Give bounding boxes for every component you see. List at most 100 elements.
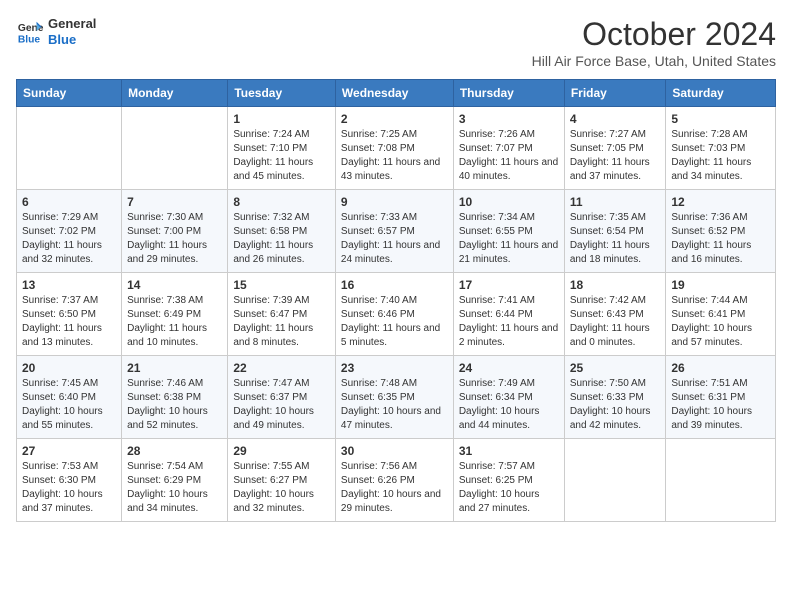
day-number: 27 (22, 444, 116, 458)
day-info: Sunrise: 7:46 AM Sunset: 6:38 PM Dayligh… (127, 377, 222, 433)
day-info: Sunrise: 7:40 AM Sunset: 6:46 PM Dayligh… (341, 294, 448, 350)
day-number: 17 (459, 278, 559, 292)
calendar-cell: 12 Sunrise: 7:36 AM Sunset: 6:52 PM Dayli… (666, 190, 776, 273)
calendar-cell: 10 Sunrise: 7:34 AM Sunset: 6:55 PM Dayli… (453, 190, 564, 273)
subtitle: Hill Air Force Base, Utah, United States (532, 53, 776, 69)
day-info: Sunrise: 7:48 AM Sunset: 6:35 PM Dayligh… (341, 377, 448, 433)
day-info: Sunrise: 7:37 AM Sunset: 6:50 PM Dayligh… (22, 294, 116, 350)
calendar-cell: 11Sunrise: 7:35 AM Sunset: 6:54 PM Dayli… (564, 190, 666, 273)
day-info: Sunrise: 7:50 AM Sunset: 6:33 PM Dayligh… (570, 377, 661, 433)
calendar-cell: 26Sunrise: 7:51 AM Sunset: 6:31 PM Dayli… (666, 356, 776, 439)
day-number: 20 (22, 361, 116, 375)
day-number: 28 (127, 444, 222, 458)
calendar-cell: 8 Sunrise: 7:32 AM Sunset: 6:58 PM Daylig… (228, 190, 336, 273)
day-info: Sunrise: 7:29 AM Sunset: 7:02 PM Dayligh… (22, 211, 116, 267)
calendar-cell: 16 Sunrise: 7:40 AM Sunset: 6:46 PM Dayli… (335, 273, 453, 356)
day-info: Sunrise: 7:28 AM Sunset: 7:03 PM Dayligh… (671, 128, 770, 184)
page-header: General Blue General Blue October 2024 H… (16, 16, 776, 69)
day-number: 7 (127, 195, 222, 209)
day-number: 5 (671, 112, 770, 126)
svg-text:General: General (18, 23, 44, 34)
day-number: 2 (341, 112, 448, 126)
calendar-cell: 22Sunrise: 7:47 AM Sunset: 6:37 PM Dayli… (228, 356, 336, 439)
calendar-cell: 27Sunrise: 7:53 AM Sunset: 6:30 PM Dayli… (17, 439, 122, 522)
svg-text:Blue: Blue (18, 34, 41, 45)
header-saturday: Saturday (666, 80, 776, 107)
calendar-cell: 18 Sunrise: 7:42 AM Sunset: 6:43 PM Dayli… (564, 273, 666, 356)
logo-line2: Blue (48, 32, 96, 48)
calendar-cell: 5 Sunrise: 7:28 AM Sunset: 7:03 PM Daylig… (666, 107, 776, 190)
day-number: 21 (127, 361, 222, 375)
day-number: 19 (671, 278, 770, 292)
day-number: 13 (22, 278, 116, 292)
title-block: October 2024 Hill Air Force Base, Utah, … (532, 16, 776, 69)
month-title: October 2024 (532, 16, 776, 53)
day-number: 15 (233, 278, 330, 292)
calendar-cell (17, 107, 122, 190)
calendar-cell: 31 Sunrise: 7:57 AM Sunset: 6:25 PM Dayli… (453, 439, 564, 522)
calendar-cell (122, 107, 228, 190)
calendar-cell: 3 Sunrise: 7:26 AM Sunset: 7:07 PM Daylig… (453, 107, 564, 190)
day-info: Sunrise: 7:57 AM Sunset: 6:25 PM Dayligh… (459, 460, 559, 516)
day-number: 18 (570, 278, 661, 292)
day-info: Sunrise: 7:25 AM Sunset: 7:08 PM Dayligh… (341, 128, 448, 184)
day-info: Sunrise: 7:55 AM Sunset: 6:27 PM Dayligh… (233, 460, 330, 516)
day-info: Sunrise: 7:32 AM Sunset: 6:58 PM Dayligh… (233, 211, 330, 267)
day-number: 6 (22, 195, 116, 209)
logo-line1: General (48, 16, 96, 32)
calendar-cell: 25Sunrise: 7:50 AM Sunset: 6:33 PM Dayli… (564, 356, 666, 439)
calendar-cell: 13 Sunrise: 7:37 AM Sunset: 6:50 PM Dayli… (17, 273, 122, 356)
calendar-header-row: SundayMondayTuesdayWednesdayThursdayFrid… (17, 80, 776, 107)
day-info: Sunrise: 7:42 AM Sunset: 6:43 PM Dayligh… (570, 294, 661, 350)
day-number: 14 (127, 278, 222, 292)
calendar-cell: 28 Sunrise: 7:54 AM Sunset: 6:29 PM Dayli… (122, 439, 228, 522)
day-info: Sunrise: 7:39 AM Sunset: 6:47 PM Dayligh… (233, 294, 330, 350)
day-info: Sunrise: 7:41 AM Sunset: 6:44 PM Dayligh… (459, 294, 559, 350)
calendar-cell: 14 Sunrise: 7:38 AM Sunset: 6:49 PM Dayli… (122, 273, 228, 356)
day-number: 8 (233, 195, 330, 209)
calendar-cell: 15 Sunrise: 7:39 AM Sunset: 6:47 PM Dayli… (228, 273, 336, 356)
day-info: Sunrise: 7:45 AM Sunset: 6:40 PM Dayligh… (22, 377, 116, 433)
week-row-2: 6 Sunrise: 7:29 AM Sunset: 7:02 PM Daylig… (17, 190, 776, 273)
calendar-cell: 30 Sunrise: 7:56 AM Sunset: 6:26 PM Dayli… (335, 439, 453, 522)
day-number: 4 (570, 112, 661, 126)
day-info: Sunrise: 7:35 AM Sunset: 6:54 PM Dayligh… (570, 211, 661, 267)
day-number: 16 (341, 278, 448, 292)
day-number: 31 (459, 444, 559, 458)
calendar-cell: 23 Sunrise: 7:48 AM Sunset: 6:35 PM Dayli… (335, 356, 453, 439)
day-info: Sunrise: 7:54 AM Sunset: 6:29 PM Dayligh… (127, 460, 222, 516)
day-info: Sunrise: 7:26 AM Sunset: 7:07 PM Dayligh… (459, 128, 559, 184)
day-number: 26 (671, 361, 770, 375)
header-thursday: Thursday (453, 80, 564, 107)
day-number: 10 (459, 195, 559, 209)
day-info: Sunrise: 7:30 AM Sunset: 7:00 PM Dayligh… (127, 211, 222, 267)
day-info: Sunrise: 7:34 AM Sunset: 6:55 PM Dayligh… (459, 211, 559, 267)
calendar-cell: 9Sunrise: 7:33 AM Sunset: 6:57 PM Daylig… (335, 190, 453, 273)
day-number: 23 (341, 361, 448, 375)
logo-icon: General Blue (16, 18, 44, 46)
week-row-1: 1Sunrise: 7:24 AM Sunset: 7:10 PM Daylig… (17, 107, 776, 190)
day-info: Sunrise: 7:27 AM Sunset: 7:05 PM Dayligh… (570, 128, 661, 184)
day-info: Sunrise: 7:49 AM Sunset: 6:34 PM Dayligh… (459, 377, 559, 433)
day-number: 3 (459, 112, 559, 126)
header-sunday: Sunday (17, 80, 122, 107)
calendar-table: SundayMondayTuesdayWednesdayThursdayFrid… (16, 79, 776, 522)
calendar-cell: 29Sunrise: 7:55 AM Sunset: 6:27 PM Dayli… (228, 439, 336, 522)
calendar-cell: 19Sunrise: 7:44 AM Sunset: 6:41 PM Dayli… (666, 273, 776, 356)
day-info: Sunrise: 7:33 AM Sunset: 6:57 PM Dayligh… (341, 211, 448, 267)
calendar-cell: 24Sunrise: 7:49 AM Sunset: 6:34 PM Dayli… (453, 356, 564, 439)
week-row-4: 20 Sunrise: 7:45 AM Sunset: 6:40 PM Dayli… (17, 356, 776, 439)
header-monday: Monday (122, 80, 228, 107)
calendar-cell: 20 Sunrise: 7:45 AM Sunset: 6:40 PM Dayli… (17, 356, 122, 439)
day-info: Sunrise: 7:56 AM Sunset: 6:26 PM Dayligh… (341, 460, 448, 516)
day-number: 12 (671, 195, 770, 209)
day-number: 30 (341, 444, 448, 458)
calendar-cell: 21 Sunrise: 7:46 AM Sunset: 6:38 PM Dayli… (122, 356, 228, 439)
day-info: Sunrise: 7:38 AM Sunset: 6:49 PM Dayligh… (127, 294, 222, 350)
calendar-cell: 2 Sunrise: 7:25 AM Sunset: 7:08 PM Daylig… (335, 107, 453, 190)
day-info: Sunrise: 7:24 AM Sunset: 7:10 PM Dayligh… (233, 128, 330, 184)
day-info: Sunrise: 7:47 AM Sunset: 6:37 PM Dayligh… (233, 377, 330, 433)
day-info: Sunrise: 7:36 AM Sunset: 6:52 PM Dayligh… (671, 211, 770, 267)
calendar-cell: 4 Sunrise: 7:27 AM Sunset: 7:05 PM Daylig… (564, 107, 666, 190)
calendar-cell (666, 439, 776, 522)
